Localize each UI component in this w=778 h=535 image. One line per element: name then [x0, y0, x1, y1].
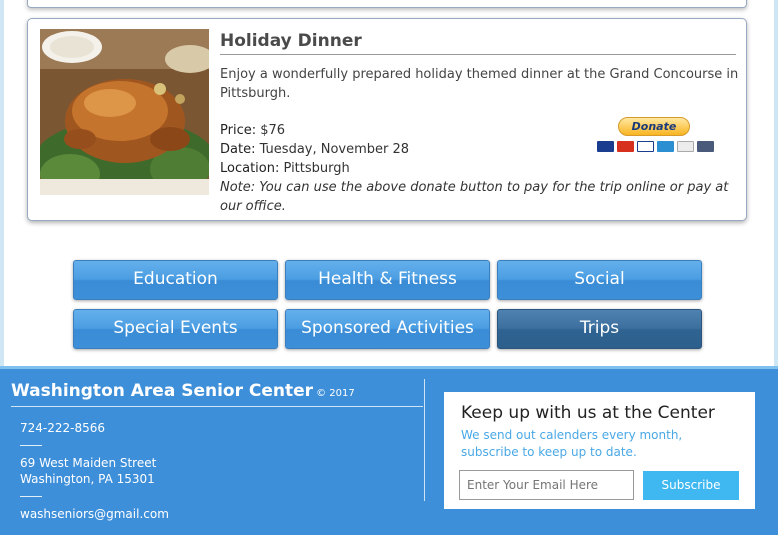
phone-number[interactable]: 724-222-8566 [20, 420, 105, 436]
payment-note: Note: You can use the above donate butto… [220, 180, 729, 214]
email-input[interactable] [459, 470, 634, 500]
subscribe-box: Keep up with us at the Center We send ou… [444, 392, 755, 509]
mastercard-icon [617, 141, 634, 152]
event-description: Enjoy a wonderfully prepared holiday the… [220, 67, 739, 101]
turkey-dinner-image [40, 29, 209, 195]
date-value: Tuesday, November 28 [259, 142, 410, 157]
nav-button-health-fitness[interactable]: Health & Fitness [285, 260, 490, 300]
price-value: $76 [260, 123, 286, 138]
event-title: Holiday Dinner [220, 31, 736, 55]
copyright: © 2017 [316, 388, 355, 399]
footer-dash [20, 496, 42, 497]
donate-button[interactable]: Donate [618, 117, 690, 136]
subscribe-button[interactable]: Subscribe [643, 471, 739, 500]
amex-icon [657, 141, 674, 152]
email-link[interactable]: washseniors@gmail.com [20, 506, 169, 522]
org-name-text: Washington Area Senior Center [11, 381, 314, 401]
discover-icon [677, 141, 694, 152]
nav-button-social[interactable]: Social [497, 260, 702, 300]
subscribe-text: We send out calenders every month, subsc… [461, 428, 683, 459]
nav-button-special-events[interactable]: Special Events [73, 309, 278, 349]
subscribe-title: Keep up with us at the Center [461, 403, 715, 423]
footer: Washington Area Senior Center © 2017 724-… [0, 366, 778, 535]
footer-vertical-divider [424, 379, 425, 501]
bank-icon [697, 141, 714, 152]
previous-event-card [27, 0, 747, 8]
org-divider [11, 406, 423, 407]
location-value: Pittsburgh [283, 161, 350, 176]
nav-button-trips[interactable]: Trips [497, 309, 702, 349]
address-line-1: 69 West Maiden Street [20, 456, 157, 470]
nav-button-education[interactable]: Education [73, 260, 278, 300]
event-card: Holiday Dinner Enjoy a wonderfully prepa… [27, 18, 747, 221]
location-label: Location: [220, 161, 280, 176]
nav-button-sponsored-activities[interactable]: Sponsored Activities [285, 309, 490, 349]
org-name: Washington Area Senior Center © 2017 [11, 381, 355, 401]
payment-card-logos [597, 141, 714, 153]
address-line-2: Washington, PA 15301 [20, 472, 155, 486]
location-row: Location: Pittsburgh [220, 159, 740, 178]
footer-dash [20, 445, 42, 446]
visa-icon [637, 141, 654, 152]
date-label: Date: [220, 142, 256, 157]
price-label: Price: [220, 123, 257, 138]
maestro-icon [597, 141, 614, 152]
